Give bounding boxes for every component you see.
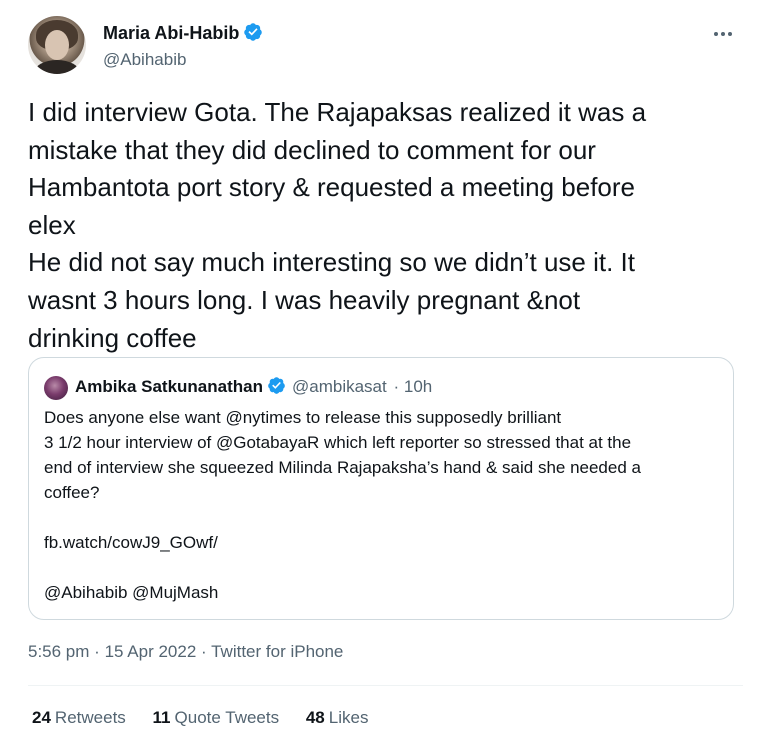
quoted-text-line: fb.watch/cowJ9_GOwf/: [44, 533, 218, 552]
quoted-author-handle[interactable]: @ambikasat: [292, 377, 387, 396]
quote-tweets-count: 11: [152, 708, 171, 727]
tweet-text-line: Hambantota port story & requested a meet…: [28, 172, 636, 203]
quoted-text-line: end of interview she squeezed Milinda Ra…: [44, 458, 641, 477]
quoted-text-line: [44, 555, 724, 580]
quoted-author-name[interactable]: Ambika Satkunanathan: [75, 377, 263, 396]
author-handle[interactable]: @Abihabib: [103, 50, 186, 70]
tweet-stats: 24 Retweets 11 Quote Tweets 48 Likes: [32, 708, 390, 728]
retweets-count: 24: [32, 708, 51, 727]
quoted-tweet-card[interactable]: Ambika Satkunanathan @ambikasat · 10h Doe…: [28, 357, 734, 620]
likes-label: Likes: [328, 708, 369, 727]
quote-tweets-stat[interactable]: 11 Quote Tweets: [153, 708, 280, 728]
meta-separator: ·: [201, 642, 207, 661]
more-horizontal-icon[interactable]: [708, 22, 738, 46]
tweet-text-line: mistake that they did declined to commen…: [28, 134, 596, 165]
retweets-stat[interactable]: 24 Retweets: [32, 708, 126, 728]
tweet-detail: Maria Abi-Habib @Abihabib I did intervie…: [0, 0, 767, 740]
meta-separator: ·: [94, 642, 100, 661]
tweet-text-line: wasnt 3 hours long. I was heavily pregna…: [28, 284, 581, 315]
verified-badge-icon: [244, 23, 263, 41]
tweet-source[interactable]: Twitter for iPhone: [211, 642, 343, 661]
tweet-text: I did interview Gota. The Rajapaksas rea…: [28, 94, 743, 357]
retweets-label: Retweets: [54, 708, 126, 727]
likes-stat[interactable]: 48 Likes: [306, 708, 369, 728]
tweet-text-line: elex: [28, 209, 76, 240]
quoted-text-line: coffee?: [44, 483, 100, 502]
author-name-text[interactable]: Maria Abi-Habib: [103, 23, 239, 43]
quoted-text-line: [44, 505, 724, 530]
tweet-text-line: drinking coffee: [28, 322, 197, 353]
quoted-text-line: @Abihabib @MujMash: [44, 583, 219, 602]
likes-count: 48: [305, 708, 325, 727]
quote-tweets-label: Quote Tweets: [174, 708, 280, 727]
quoted-tweet-header: Ambika Satkunanathan @ambikasat · 10h: [75, 376, 432, 398]
quoted-tweet-text: Does anyone else want @nytimes to releas…: [44, 405, 724, 605]
tweet-time[interactable]: 5:56 pm: [28, 642, 89, 661]
author-display-name[interactable]: Maria Abi-Habib: [103, 22, 263, 44]
tweet-date[interactable]: 15 Apr 2022: [105, 642, 197, 661]
tweet-text-line: I did interview Gota. The Rajapaksas rea…: [28, 97, 647, 127]
quoted-text-line: Does anyone else want @nytimes to releas…: [44, 408, 562, 427]
tweet-text-line: He did not say much interesting so we di…: [28, 247, 635, 278]
verified-badge-icon: [268, 377, 285, 394]
author-avatar[interactable]: [28, 16, 86, 74]
tweet-meta: 5:56 pm · 15 Apr 2022 · Twitter for iPho…: [28, 642, 343, 662]
quoted-tweet-time[interactable]: · 10h: [393, 377, 432, 396]
quoted-text-line: 3 1/2 hour interview of @GotabayaR which…: [44, 433, 632, 452]
quoted-author-avatar[interactable]: [44, 376, 68, 400]
divider: [28, 685, 743, 686]
